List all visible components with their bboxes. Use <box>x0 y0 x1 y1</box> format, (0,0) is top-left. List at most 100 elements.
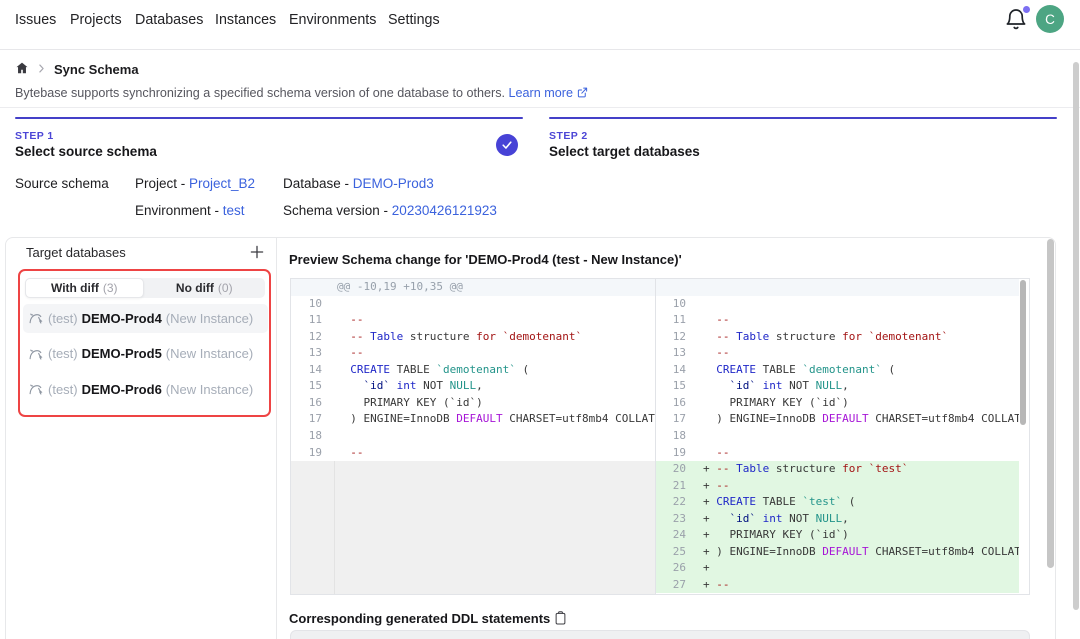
line-number <box>656 279 700 296</box>
line-number: 22 <box>656 494 700 511</box>
external-link-icon <box>577 87 588 98</box>
line-number: 21 <box>656 478 700 495</box>
tab-no-diff[interactable]: No diff (0) <box>144 278 265 298</box>
code-line: -- <box>334 312 655 329</box>
tab-no-diff-count: (0) <box>218 281 233 295</box>
divider <box>0 107 1080 108</box>
code-line: `id` int NOT NULL, <box>700 378 1019 395</box>
nav-item-issues[interactable]: Issues <box>15 12 56 28</box>
line-number: 11 <box>291 312 334 329</box>
code-line: + PRIMARY KEY (`id`) <box>700 527 1019 544</box>
code-line: CREATE TABLE `demotenant` ( <box>334 362 655 379</box>
schema-version-link[interactable]: 20230426121923 <box>392 203 497 218</box>
code-line: PRIMARY KEY (`id`) <box>334 395 655 412</box>
hunk-header-text <box>700 279 1019 296</box>
source-field-schema-version: Schema version - 20230426121923 <box>283 203 497 218</box>
db-instance: (New Instance) <box>166 311 253 326</box>
db-name: DEMO-Prod5 <box>82 346 162 361</box>
code-line: PRIMARY KEY (`id`) <box>700 395 1019 412</box>
nav-item-settings[interactable]: Settings <box>388 12 440 28</box>
code-line: + <box>700 560 1019 577</box>
nav-item-projects[interactable]: Projects <box>70 12 122 28</box>
line-number: 25 <box>656 544 700 561</box>
line-number: 26 <box>656 560 700 577</box>
line-number: 24 <box>656 527 700 544</box>
mysql-database-icon <box>28 310 44 326</box>
diff-filter-tabs: With diff (3) No diff (0) <box>25 278 265 298</box>
tab-with-diff-count: (3) <box>103 281 118 295</box>
line-number: 10 <box>291 296 334 313</box>
home-icon[interactable] <box>15 61 29 75</box>
tab-with-diff-label: With diff <box>51 281 99 295</box>
db-env: (test) <box>48 311 78 326</box>
tab-no-diff-label: No diff <box>176 281 214 295</box>
line-number: 10 <box>656 296 700 313</box>
line-number: 14 <box>291 362 334 379</box>
code-line: CREATE TABLE `demotenant` ( <box>700 362 1019 379</box>
line-number: 27 <box>656 577 700 594</box>
source-schema-label: Source schema <box>15 176 109 191</box>
database-row-demo-prod6[interactable]: (test) DEMO-Prod6 (New Instance) <box>23 375 268 405</box>
code-line <box>334 428 655 445</box>
nav-item-databases[interactable]: Databases <box>135 12 203 28</box>
step1-check-icon <box>496 134 518 156</box>
environment-link[interactable]: test <box>223 203 245 218</box>
hunk-header-text: @@ -10,19 +10,35 @@ <box>334 279 655 296</box>
code-line: + -- Table structure for `test` <box>700 461 1019 478</box>
code-line: -- Table structure for `demotenant` <box>700 329 1019 346</box>
step1-title: Select source schema <box>15 144 157 159</box>
line-number: 11 <box>656 312 700 329</box>
panel-scrollbar-thumb[interactable] <box>1047 239 1054 568</box>
add-target-database-button[interactable] <box>248 243 266 261</box>
page-scrollbar-thumb[interactable] <box>1073 62 1079 610</box>
db-instance: (New Instance) <box>166 346 253 361</box>
breadcrumb-page-title: Sync Schema <box>54 62 139 77</box>
target-databases-title: Target databases <box>26 245 126 260</box>
source-field-database: Database - DEMO-Prod3 <box>283 176 434 191</box>
code-line: + -- <box>700 577 1019 594</box>
schema-diff-editor[interactable]: 10111213141516171819 @@ -10,19 +10,35 @@… <box>290 278 1030 595</box>
code-line <box>700 428 1019 445</box>
line-number <box>291 279 334 296</box>
source-field-project: Project - Project_B2 <box>135 176 255 191</box>
diff-right-gutter: 101112131415161718192021222324252627 <box>656 279 700 594</box>
ddl-statements-label: Corresponding generated DDL statements <box>289 611 550 626</box>
avatar[interactable]: C <box>1036 5 1064 33</box>
database-link[interactable]: DEMO-Prod3 <box>353 176 434 191</box>
line-number: 12 <box>291 329 334 346</box>
database-row-demo-prod5[interactable]: (test) DEMO-Prod5 (New Instance) <box>23 339 268 369</box>
copy-icon[interactable] <box>553 610 568 626</box>
line-number: 15 <box>656 378 700 395</box>
code-line: -- <box>700 345 1019 362</box>
line-number: 13 <box>656 345 700 362</box>
intro-text: Bytebase supports synchronizing a specif… <box>15 86 588 100</box>
code-line: -- Table structure for `demotenant` <box>334 329 655 346</box>
db-env: (test) <box>48 382 78 397</box>
step2-label: STEP 2 <box>549 130 588 142</box>
step1-progress-bar <box>15 117 523 120</box>
nav-item-instances[interactable]: Instances <box>215 12 276 28</box>
nav-item-environments[interactable]: Environments <box>289 12 376 28</box>
line-number: 19 <box>291 445 334 462</box>
code-line: `id` int NOT NULL, <box>334 378 655 395</box>
step1-label: STEP 1 <box>15 130 54 142</box>
db-name: DEMO-Prod6 <box>82 382 162 397</box>
code-line: -- <box>700 312 1019 329</box>
notification-dot <box>1021 4 1032 15</box>
line-number: 14 <box>656 362 700 379</box>
database-row-demo-prod4[interactable]: (test) DEMO-Prod4 (New Instance) <box>23 304 268 334</box>
line-number: 16 <box>656 395 700 412</box>
line-number: 17 <box>291 411 334 428</box>
ddl-statements-box <box>290 630 1030 639</box>
learn-more-link[interactable]: Learn more <box>509 86 573 100</box>
line-number: 15 <box>291 378 334 395</box>
code-line: ) ENGINE=InnoDB DEFAULT CHARSET=utf8mb4 … <box>334 411 655 428</box>
project-link[interactable]: Project_B2 <box>189 176 255 191</box>
tab-with-diff[interactable]: With diff (3) <box>25 278 145 298</box>
line-number: 20 <box>656 461 700 478</box>
line-number: 13 <box>291 345 334 362</box>
editor-scrollbar-thumb[interactable] <box>1020 280 1026 425</box>
code-line: + -- <box>700 478 1019 495</box>
step2-progress-bar <box>549 117 1057 120</box>
line-number: 18 <box>291 428 334 445</box>
